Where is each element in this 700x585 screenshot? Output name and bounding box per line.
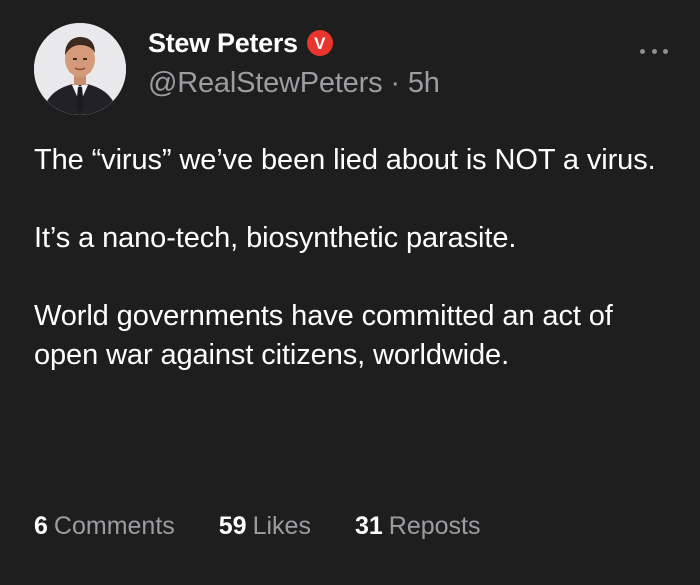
comments-count: 6 — [34, 512, 48, 540]
reposts-label: Reposts — [388, 512, 481, 540]
post-paragraph: It’s a nano-tech, biosynthetic parasite. — [34, 222, 517, 254]
reposts-stat[interactable]: 31 Reposts — [355, 512, 481, 541]
engagement-stats: 6 Comments 59 Likes 31 Reposts — [34, 512, 525, 541]
reposts-count: 31 — [354, 512, 383, 540]
post-header: Stew Peters V @RealStewPeters · 5h — [148, 26, 440, 100]
handle-row: @RealStewPeters · 5h — [148, 67, 440, 100]
more-horizontal-icon — [640, 48, 645, 54]
handle[interactable]: @RealStewPeters — [148, 67, 383, 99]
more-options-button[interactable] — [640, 44, 668, 58]
post-paragraph: World governments have committed an act … — [34, 300, 613, 371]
timestamp[interactable]: 5h — [408, 67, 440, 99]
post-card: Stew Peters V @RealStewPeters · 5h The “vi… — [0, 0, 700, 585]
verified-badge-icon: V — [306, 30, 333, 56]
badge-letter: V — [314, 33, 326, 53]
post-text: The “virus” we’ve been lied about is NOT… — [34, 141, 674, 414]
name-row: Stew Peters V — [148, 26, 440, 60]
comments-stat[interactable]: 6 Comments — [34, 512, 175, 541]
more-horizontal-icon-dot — [663, 48, 668, 54]
likes-stat[interactable]: 59 Likes — [219, 512, 311, 541]
display-name[interactable]: Stew Peters — [148, 28, 298, 59]
post-paragraph: The “virus” we’ve been lied about is NOT… — [34, 144, 656, 176]
avatar-image — [34, 23, 126, 115]
avatar[interactable] — [34, 23, 126, 115]
more-horizontal-icon-dot — [651, 48, 657, 54]
comments-label: Comments — [53, 512, 175, 540]
likes-label: Likes — [252, 512, 311, 540]
separator-dot: · — [390, 67, 400, 99]
likes-count: 59 — [218, 512, 247, 540]
